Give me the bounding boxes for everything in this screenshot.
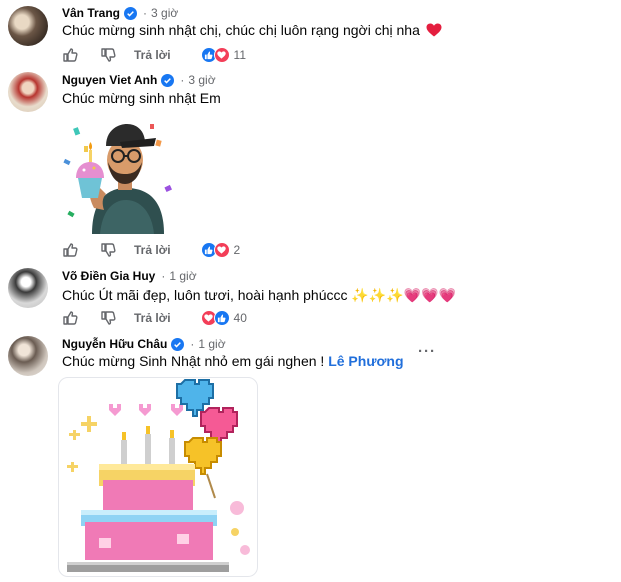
separator-dot: · (190, 337, 195, 351)
birthday-cake-sticker-image[interactable] (58, 377, 258, 577)
verified-badge-icon (124, 6, 138, 20)
comment-time[interactable]: 3 giờ (188, 73, 215, 87)
comment-text: Chúc mừng sinh nhật chị, chúc chị luôn r… (62, 22, 442, 38)
dislike-icon[interactable] (100, 47, 116, 63)
comment-time[interactable]: 3 giờ (151, 6, 178, 20)
love-reaction-icon (213, 47, 230, 63)
dislike-icon[interactable] (100, 242, 116, 258)
reaction-summary[interactable]: 2 (200, 242, 241, 258)
avatar[interactable] (8, 72, 48, 112)
birthday-sticker-image[interactable] (60, 116, 178, 234)
like-reaction-icon (213, 310, 230, 326)
like-icon[interactable] (62, 242, 78, 258)
comment-body: Chúc mừng sinh nhật chị, chúc chị luôn r… (62, 22, 420, 38)
avatar[interactable] (8, 6, 48, 46)
reaction-count: 2 (233, 243, 241, 257)
comment-nguyen-viet-anh: Nguyen Viet Anh · 3 giờ Chúc mừng sinh n… (0, 70, 621, 265)
reply-button[interactable]: Trả lời (134, 311, 171, 325)
comment-author[interactable]: Vân Trang (62, 6, 120, 20)
comment-author[interactable]: Nguyen Viet Anh (62, 73, 157, 87)
separator-dot: · (180, 73, 185, 87)
comment-vo-dien-gia-huy: Võ Điền Gia Huy · 1 giờ Chúc Út mãi đẹp,… (0, 265, 621, 333)
comment-time[interactable]: 1 giờ (198, 337, 225, 351)
reaction-summary[interactable]: 40 (200, 310, 247, 326)
avatar[interactable] (8, 336, 48, 376)
dislike-icon[interactable] (100, 310, 116, 326)
reply-button[interactable]: Trả lời (134, 243, 171, 257)
separator-dot: · (161, 269, 166, 283)
comment-author[interactable]: Võ Điền Gia Huy (62, 269, 155, 283)
reaction-summary[interactable]: 11 (200, 47, 247, 63)
love-reaction-icon (213, 242, 230, 258)
comment-body: Chúc mừng sinh nhật Em (62, 90, 221, 106)
comment-nguyen-huu-chau: Nguyễn Hữu Châu · 1 giờ Chúc mừng Sinh N… (0, 333, 621, 582)
reply-button[interactable]: Trả lời (134, 48, 171, 62)
more-options-button[interactable]: ··· (418, 343, 436, 360)
comment-body: Chúc Út mãi đẹp, luôn tươi, hoài hạnh ph… (62, 287, 456, 303)
comment-time[interactable]: 1 giờ (169, 269, 196, 283)
red-heart-icon (426, 23, 442, 37)
avatar[interactable] (8, 268, 48, 308)
comment-body: Chúc mừng Sinh Nhật nhỏ em gái nghen ! (62, 353, 325, 369)
separator-dot: · (143, 6, 148, 20)
reaction-count: 11 (233, 48, 247, 62)
comment-author[interactable]: Nguyễn Hữu Châu (62, 337, 167, 351)
like-icon[interactable] (62, 47, 78, 63)
comment-text: Chúc mừng Sinh Nhật nhỏ em gái nghen ! L… (62, 353, 404, 369)
like-icon[interactable] (62, 310, 78, 326)
verified-badge-icon (161, 73, 175, 87)
verified-badge-icon (171, 337, 185, 351)
mention-link[interactable]: Lê Phương (328, 353, 403, 369)
reaction-count: 40 (233, 311, 247, 325)
comment-van-trang: Vân Trang · 3 giờ Chúc mừng sinh nhật ch… (0, 0, 621, 70)
